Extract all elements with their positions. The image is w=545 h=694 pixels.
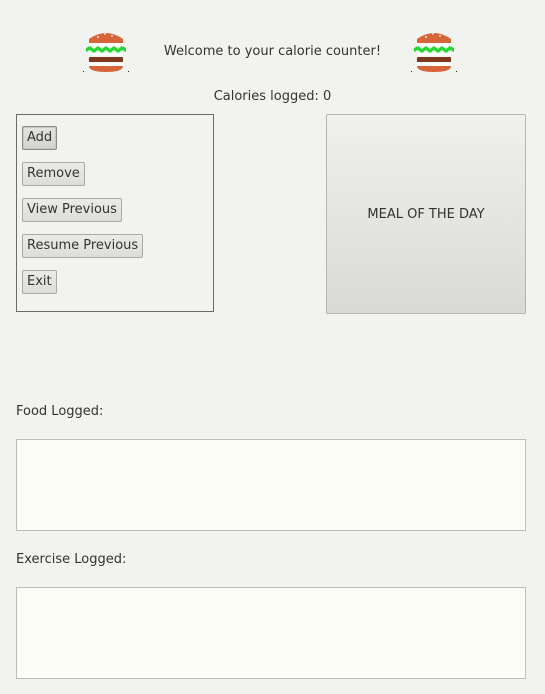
menu-panel: Add Remove View Previous Resume Previous…: [16, 114, 214, 312]
exit-button[interactable]: Exit: [22, 270, 57, 294]
exercise-logged-area[interactable]: [16, 587, 526, 679]
food-logged-area[interactable]: [16, 439, 526, 531]
resume-previous-button[interactable]: Resume Previous: [22, 234, 144, 258]
calories-logged: Calories logged: 0: [213, 89, 332, 104]
food-logged-label: Food Logged:: [16, 404, 104, 419]
meal-of-the-day-button[interactable]: MEAL OF THE DAY: [326, 114, 526, 314]
view-previous-button[interactable]: View Previous: [22, 198, 122, 222]
welcome-text: Welcome to your calorie counter!: [163, 44, 382, 59]
remove-button[interactable]: Remove: [22, 162, 85, 186]
add-button[interactable]: Add: [22, 126, 58, 150]
exercise-logged-label: Exercise Logged:: [16, 552, 127, 567]
